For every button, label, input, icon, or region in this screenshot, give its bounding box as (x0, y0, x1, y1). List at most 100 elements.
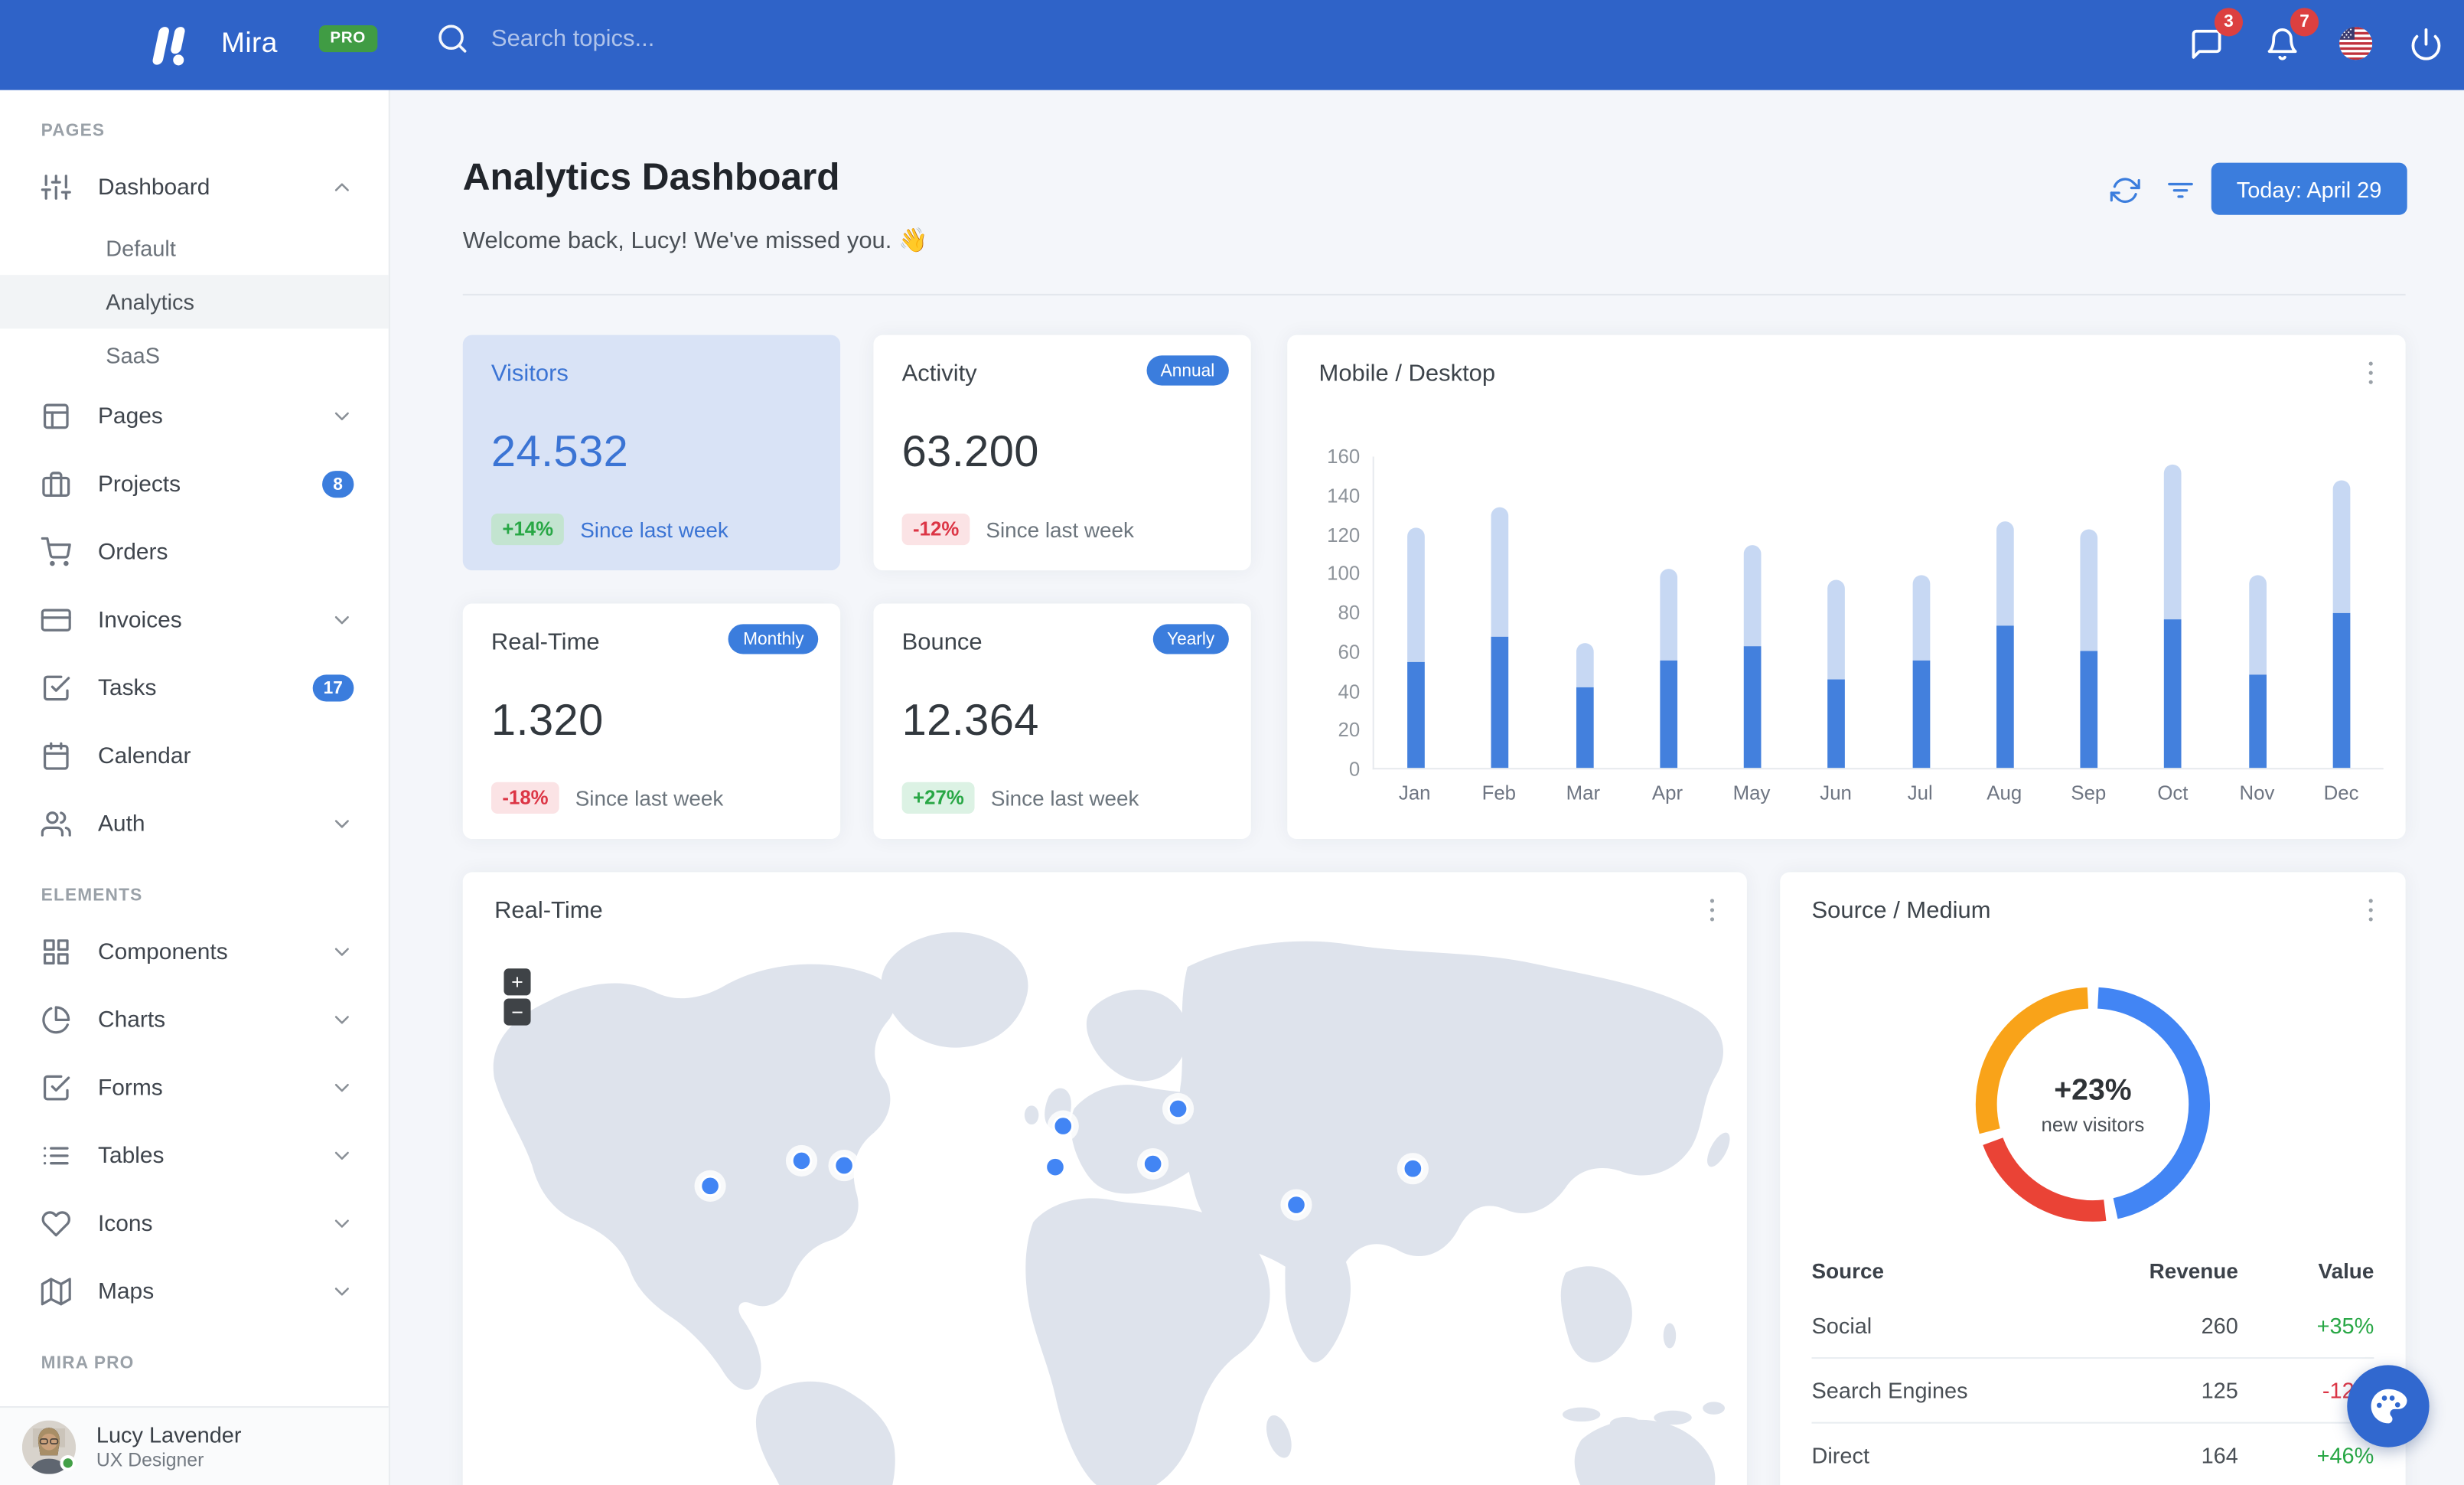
source-medium-card: Source / Medium +23% new visitors Source… (1780, 872, 2406, 1485)
sidebar-item-components[interactable]: Components (0, 918, 389, 986)
sidebar-subitem-saas[interactable]: SaaS (0, 328, 389, 382)
donut-chart: +23% new visitors (1968, 980, 2218, 1229)
map-marker-istanbul[interactable] (1137, 1147, 1169, 1180)
sidebar-subitem-analytics[interactable]: Analytics (0, 275, 389, 329)
page-title: Analytics Dashboard (462, 156, 840, 200)
stat-card-real-time: Real-Time Monthly 1.320 -18% Since last week (462, 603, 841, 840)
sidebar-item-tables[interactable]: Tables (0, 1122, 389, 1190)
stat-period-badge[interactable]: Monthly (728, 624, 819, 654)
sidebar-badge: 8 (321, 471, 354, 498)
stat-change-badge: -18% (491, 782, 560, 814)
chevron-down-icon (330, 1280, 354, 1304)
y-tick-80: 80 (1338, 602, 1361, 625)
map-zoom-out-button[interactable]: − (504, 998, 531, 1026)
bar-chart: 0 20 40 60 80 100 120 140 160 Jan Feb Mar Apr May Jun… (1300, 445, 2384, 824)
bar-segment-mobile (2332, 613, 2351, 769)
pie-chart-icon (41, 1005, 71, 1035)
chevron-up-icon (330, 175, 354, 199)
source-menu-icon[interactable] (2355, 894, 2387, 925)
sidebar-item-calendar[interactable]: Calendar (0, 722, 389, 790)
map-marker-moscow[interactable] (1162, 1092, 1195, 1125)
map-zoom-in-button[interactable]: + (504, 968, 531, 996)
sidebar-item-tasks[interactable]: Tasks 17 (0, 654, 389, 723)
map-marker-delhi[interactable] (1280, 1189, 1312, 1221)
chart-card-title: Mobile / Desktop (1318, 360, 1496, 387)
bar-dec (2299, 457, 2384, 769)
chevron-down-icon (330, 1076, 354, 1100)
sidebar-item-label: Components (97, 939, 228, 965)
stat-title: Real-Time (491, 628, 600, 656)
header-value: Value (2318, 1258, 2374, 1283)
briefcase-icon (41, 469, 71, 499)
page-subtitle: Welcome back, Lucy! We've missed you. 👋 (462, 227, 928, 255)
stat-card-visitors: Visitors 24.532 +14% Since last week (462, 335, 841, 571)
stat-period-badge[interactable]: Annual (1146, 355, 1229, 386)
search-input[interactable] (491, 25, 902, 53)
chevron-down-icon (330, 1008, 354, 1032)
chart-menu-icon[interactable] (2355, 357, 2387, 388)
map-marker-san-francisco[interactable] (694, 1170, 726, 1202)
sidebar-item-charts[interactable]: Charts (0, 986, 389, 1054)
credit-card-icon (41, 605, 71, 635)
sidebar-item-dashboard[interactable]: Dashboard (0, 153, 389, 221)
sidebar-subitem-default[interactable]: Default (0, 221, 389, 275)
sidebar-item-icons[interactable]: Icons (0, 1190, 389, 1258)
bar-segment-desktop (1407, 527, 1426, 663)
power-logout-button[interactable] (2409, 27, 2443, 61)
sidebar-item-orders[interactable]: Orders (0, 518, 389, 586)
pro-badge: PRO (318, 25, 377, 53)
bar-segment-desktop (1827, 579, 1846, 680)
messages-count-badge: 3 (2214, 8, 2244, 37)
online-status-dot (60, 1455, 77, 1471)
chevron-down-icon (330, 609, 354, 632)
source-table-header: Source Revenue Value (1812, 1248, 2374, 1293)
search-icon (436, 22, 469, 55)
source-table: Source Revenue Value Social 260 +35% Search… (1811, 1248, 2374, 1485)
theme-settings-button[interactable] (2347, 1365, 2430, 1447)
map-marker-london[interactable] (1047, 1110, 1079, 1142)
sidebar-item-invoices[interactable]: Invoices (0, 586, 389, 654)
stat-title: Activity (901, 360, 977, 387)
map-marker-madrid[interactable] (1039, 1151, 1071, 1183)
mobile-desktop-chart-card: Mobile / Desktop 0 20 40 60 80 100 120 140 160 J… (1287, 335, 2406, 840)
bar-aug (1963, 457, 2047, 769)
nav-section-label-elements: ELEMENTS (41, 886, 143, 906)
table-row-search-engines: Search Engines 125 -12% (1811, 1357, 2374, 1422)
map-marker-beijing[interactable] (1397, 1153, 1429, 1185)
x-tick-sep: Sep (2071, 782, 2107, 805)
date-range-button[interactable]: Today: April 29 (2211, 162, 2407, 215)
cell-source: Direct (1811, 1442, 1869, 1468)
sidebar-item-projects[interactable]: Projects 8 (0, 450, 389, 518)
user-name: Lucy Lavender (96, 1421, 242, 1447)
map-marker-new-york[interactable] (828, 1149, 860, 1182)
stat-note: Since last week (990, 785, 1139, 810)
x-tick-aug: Aug (1987, 782, 2022, 805)
layout-icon (41, 401, 71, 431)
stat-change-badge: +14% (491, 513, 565, 546)
bar-segment-desktop (2080, 529, 2098, 651)
sidebar-user-footer[interactable]: Lucy Lavender UX Designer (0, 1406, 389, 1485)
sidebar-item-auth[interactable]: Auth (0, 790, 389, 858)
bar-apr (1627, 457, 1711, 769)
sidebar-item-maps[interactable]: Maps (0, 1258, 389, 1326)
grid-icon (41, 937, 71, 967)
chevron-down-icon (330, 812, 354, 836)
sidebar-item-label: Forms (97, 1075, 163, 1101)
bar-segment-mobile (2164, 619, 2182, 769)
header-divider (462, 293, 2406, 295)
map-zoom-controls: + − (504, 968, 531, 1026)
stat-title: Bounce (901, 628, 983, 656)
bar-chart-plot (1372, 456, 2384, 770)
sliders-icon (41, 172, 71, 202)
filter-icon[interactable] (2166, 175, 2195, 205)
sidebar-item-pages[interactable]: Pages (0, 383, 389, 451)
y-tick-60: 60 (1338, 641, 1361, 664)
y-tick-120: 120 (1327, 524, 1361, 547)
refresh-icon[interactable] (2110, 175, 2140, 205)
map-marker-chicago[interactable] (785, 1144, 818, 1177)
stat-period-badge[interactable]: Yearly (1152, 624, 1229, 654)
sidebar-item-forms[interactable]: Forms (0, 1054, 389, 1122)
stat-note: Since last week (986, 517, 1134, 541)
language-flag-button[interactable] (2339, 27, 2373, 60)
donut-center-text: +23% new visitors (1968, 980, 2218, 1229)
